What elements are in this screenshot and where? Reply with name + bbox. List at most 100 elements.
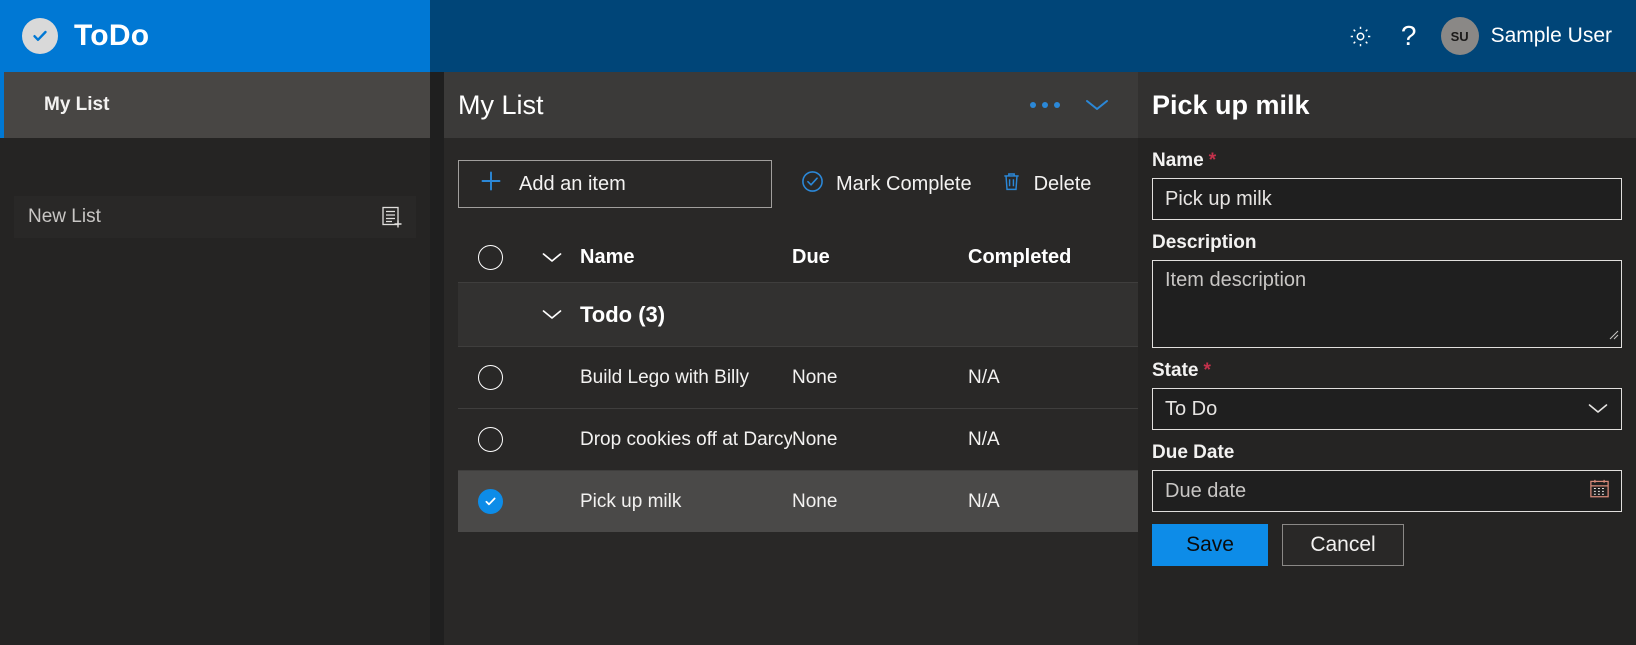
- name-label-row: Name *: [1152, 150, 1622, 172]
- sidebar-spacer: [0, 138, 430, 196]
- delete-label: Delete: [1034, 173, 1092, 196]
- chevron-down-icon[interactable]: [1080, 93, 1114, 117]
- save-label: Save: [1186, 533, 1234, 557]
- grid-header-row: Name Due Completed: [458, 232, 1138, 282]
- detail-form: Name * Description: [1138, 138, 1636, 566]
- question-mark-icon[interactable]: ?: [1385, 12, 1433, 60]
- delete-button[interactable]: Delete: [1000, 170, 1092, 199]
- help-glyph: ?: [1401, 22, 1417, 50]
- app-title: ToDo: [74, 19, 149, 53]
- description-label-row: Description: [1152, 232, 1622, 254]
- detail-panel: Pick up milk Name * Description: [1138, 72, 1636, 645]
- circle-checkbox-icon[interactable]: [478, 427, 503, 452]
- name-label: Name: [1152, 150, 1204, 172]
- state-field-group: State * To Do: [1152, 360, 1622, 430]
- sidebar: My List: [0, 72, 430, 645]
- description-label: Description: [1152, 232, 1257, 254]
- table-row[interactable]: Drop cookies off at Darcy' None N/A: [458, 408, 1138, 470]
- required-asterisk: *: [1203, 360, 1210, 382]
- name-field-group: Name *: [1152, 150, 1622, 220]
- circle-checkbox-checked-icon[interactable]: [478, 489, 503, 514]
- row-due: None: [792, 491, 968, 513]
- mark-complete-label: Mark Complete: [836, 173, 972, 196]
- name-input[interactable]: [1152, 178, 1622, 220]
- expand-all-cell[interactable]: [524, 251, 580, 264]
- state-label-row: State *: [1152, 360, 1622, 382]
- row-check-cell: [458, 365, 524, 390]
- chevron-down-icon: [541, 308, 563, 321]
- table-row[interactable]: Build Lego with Billy None N/A: [458, 346, 1138, 408]
- due-date-label: Due Date: [1152, 442, 1234, 464]
- new-list-wrap: [0, 196, 430, 238]
- check-circle-icon: [800, 169, 825, 200]
- select-all-cell: [458, 245, 524, 270]
- due-date-box[interactable]: [1152, 470, 1622, 512]
- avatar[interactable]: SU: [1441, 17, 1479, 55]
- column-header-completed[interactable]: Completed: [968, 246, 1138, 269]
- required-asterisk: *: [1209, 150, 1216, 172]
- cancel-label: Cancel: [1310, 533, 1375, 557]
- cancel-button[interactable]: Cancel: [1282, 524, 1404, 566]
- todo-app: ToDo ? SU Sample User My List: [0, 0, 1636, 645]
- row-name: Pick up milk: [580, 491, 792, 513]
- due-date-field-group: Due Date: [1152, 442, 1622, 512]
- app-body: My List My Li: [0, 72, 1636, 645]
- list-panel-header: My List: [444, 72, 1138, 138]
- row-due: None: [792, 429, 968, 451]
- save-button[interactable]: Save: [1152, 524, 1268, 566]
- sidebar-item-label: My List: [44, 94, 109, 116]
- column-header-name[interactable]: Name: [580, 246, 792, 269]
- column-header-due[interactable]: Due: [792, 246, 968, 269]
- row-name: Drop cookies off at Darcy': [580, 429, 792, 451]
- top-bar-right: ? SU Sample User: [430, 0, 1636, 72]
- top-bar: ToDo ? SU Sample User: [0, 0, 1636, 72]
- due-date-input[interactable]: [1165, 480, 1588, 503]
- user-name[interactable]: Sample User: [1491, 24, 1612, 48]
- group-expand-cell[interactable]: [524, 308, 580, 321]
- sidebar-item-my-list[interactable]: My List: [0, 72, 430, 138]
- trash-icon: [1000, 170, 1023, 199]
- gear-icon[interactable]: [1337, 12, 1385, 60]
- panel-divider: [430, 72, 444, 645]
- detail-panel-header: Pick up milk: [1138, 72, 1636, 138]
- row-due: None: [792, 367, 968, 389]
- chevron-down-icon: [1587, 398, 1609, 421]
- row-completed: N/A: [968, 491, 1138, 513]
- list-panel: My List Add: [444, 72, 1138, 645]
- row-name: Build Lego with Billy: [580, 367, 792, 389]
- group-label: Todo (3): [580, 302, 792, 328]
- circle-checkbox-icon[interactable]: [478, 365, 503, 390]
- add-item-button[interactable]: Add an item: [458, 160, 772, 208]
- detail-title: Pick up milk: [1152, 90, 1310, 121]
- avatar-initials: SU: [1451, 29, 1469, 44]
- chevron-down-icon: [541, 251, 563, 264]
- new-list-row: [14, 196, 416, 238]
- due-date-label-row: Due Date: [1152, 442, 1622, 464]
- group-row-todo[interactable]: Todo (3): [458, 282, 1138, 346]
- items-grid: Name Due Completed Todo (3): [444, 232, 1138, 532]
- row-completed: N/A: [968, 367, 1138, 389]
- check-circle-icon: [22, 18, 58, 54]
- list-title: My List: [458, 90, 1024, 121]
- new-list-input[interactable]: [28, 206, 380, 228]
- table-row[interactable]: Pick up milk None N/A: [458, 470, 1138, 532]
- row-check-cell: [458, 489, 524, 514]
- mark-complete-button[interactable]: Mark Complete: [800, 169, 972, 200]
- list-add-icon[interactable]: [380, 205, 404, 229]
- description-textarea[interactable]: [1152, 260, 1622, 348]
- state-select[interactable]: To Do: [1152, 388, 1622, 430]
- brand-area[interactable]: ToDo: [0, 0, 430, 72]
- row-completed: N/A: [968, 429, 1138, 451]
- row-check-cell: [458, 427, 524, 452]
- list-toolbar: Add an item Mark Complete: [444, 138, 1138, 208]
- calendar-icon[interactable]: [1588, 477, 1611, 505]
- circle-checkbox-icon[interactable]: [478, 245, 503, 270]
- state-select-value: To Do: [1165, 398, 1217, 421]
- plus-icon: [479, 169, 503, 199]
- form-buttons: Save Cancel: [1152, 524, 1622, 566]
- state-label: State: [1152, 360, 1198, 382]
- ellipsis-icon[interactable]: [1024, 96, 1066, 114]
- add-item-label: Add an item: [519, 173, 626, 196]
- description-field-group: Description: [1152, 232, 1622, 348]
- list-header-actions: [1024, 93, 1114, 117]
